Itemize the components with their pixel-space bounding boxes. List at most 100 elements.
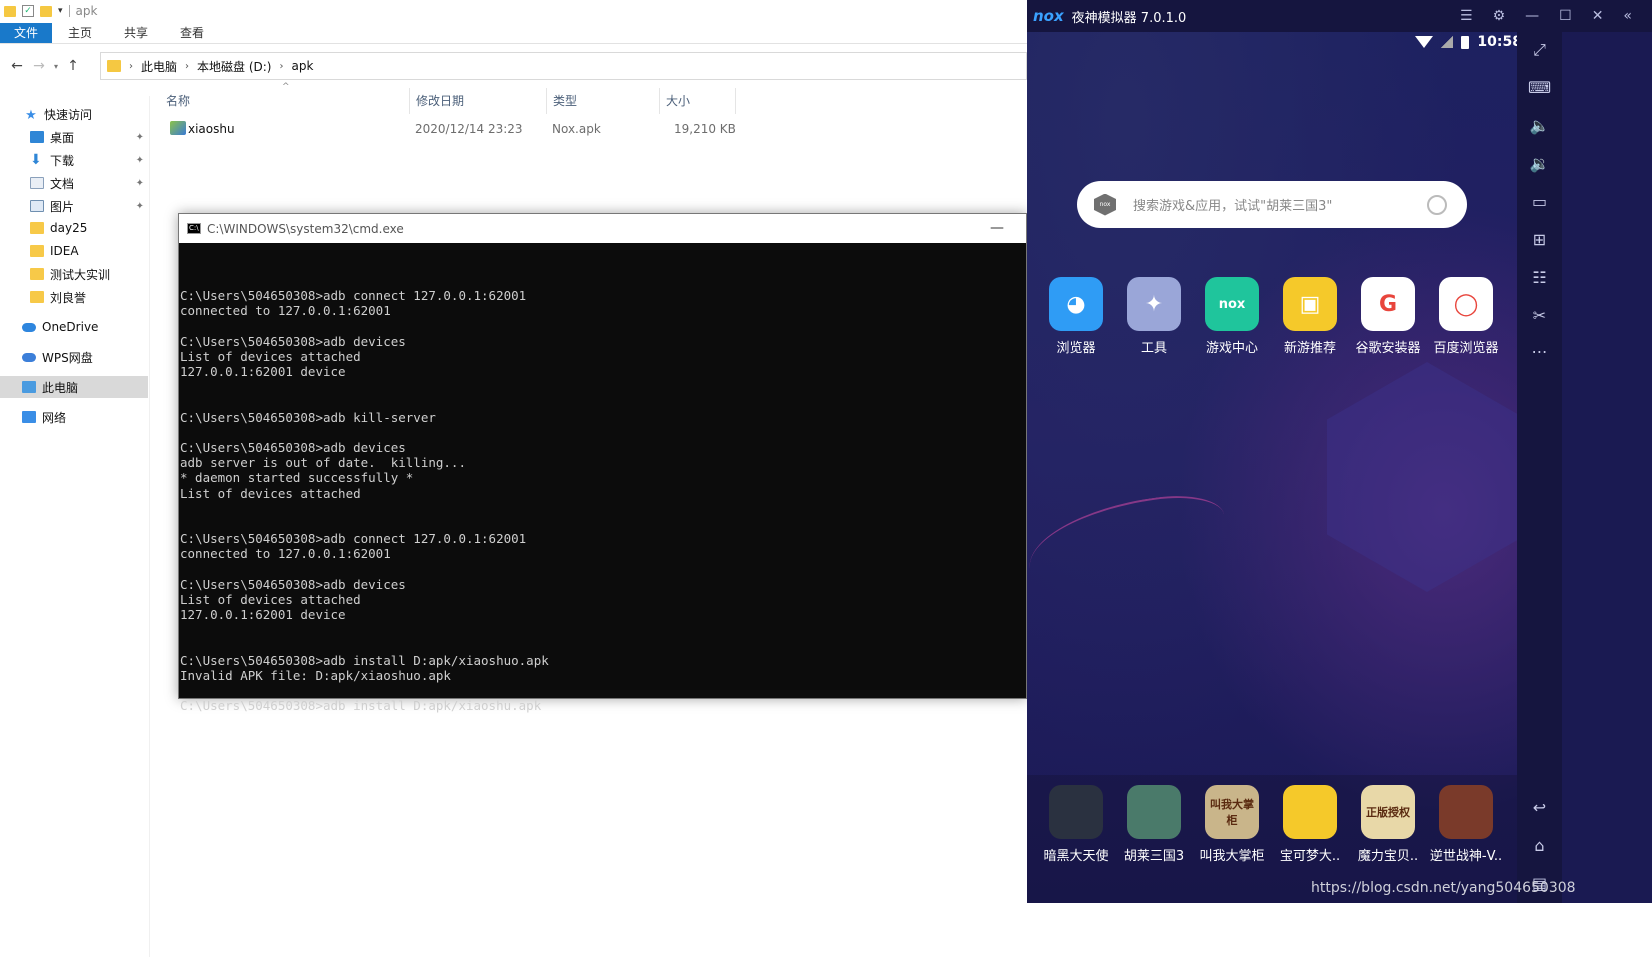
app-shortcut[interactable]: G 谷歌安装器 (1349, 277, 1427, 356)
nav-network[interactable]: 网络 (0, 406, 148, 428)
properties-icon[interactable]: ✓ (22, 5, 34, 17)
app-shortcut[interactable]: ◕ 浏览器 (1037, 277, 1115, 356)
document-icon (30, 177, 44, 189)
file-date: 2020/12/14 23:23 (415, 122, 523, 136)
back-button[interactable]: ← (6, 58, 28, 74)
tab-home[interactable]: 主页 (52, 23, 108, 43)
nav-onedrive[interactable]: OneDrive (0, 316, 148, 338)
nav-item-documents[interactable]: 文档 ✦ (0, 172, 148, 194)
column-header-date[interactable]: 修改日期 (410, 88, 547, 114)
app-shortcut[interactable]: ▣ 新游推荐 (1271, 277, 1349, 356)
minimize-icon[interactable]: — (1525, 8, 1539, 24)
app-icon (1283, 785, 1337, 839)
forward-button[interactable]: → (28, 58, 50, 74)
dock-app-shortcut[interactable]: 逆世战神-V.. (1427, 785, 1505, 864)
breadcrumb-drive-d[interactable]: 本地磁盘 (D:) (197, 58, 271, 75)
maximize-icon[interactable]: ☐ (1559, 8, 1572, 24)
back-icon[interactable]: ↩ (1517, 798, 1562, 817)
tab-file[interactable]: 文件 (0, 23, 53, 43)
nox-logo: nox (1033, 7, 1064, 25)
tab-view[interactable]: 查看 (164, 23, 220, 43)
recent-locations-dropdown[interactable]: ▾ (50, 62, 62, 71)
screen-icon[interactable]: ▭ (1517, 192, 1562, 211)
nav-wps-drive[interactable]: WPS网盘 (0, 346, 148, 368)
column-header-type[interactable]: 类型 (547, 88, 660, 114)
scissors-icon[interactable]: ✂ (1517, 306, 1562, 325)
chevron-right-icon[interactable]: › (185, 61, 189, 72)
nav-item-liu[interactable]: 刘良誉 (0, 286, 148, 308)
column-header-size[interactable]: 大小 (660, 88, 736, 114)
wallpaper-curve (1027, 488, 1232, 596)
menu-icon[interactable]: ☰ (1460, 8, 1473, 24)
tab-share[interactable]: 共享 (108, 23, 164, 43)
nav-this-pc[interactable]: 此电脑 (0, 376, 148, 398)
desktop-icon (30, 131, 44, 143)
cloud-icon (22, 352, 36, 362)
address-bar[interactable]: › 此电脑 › 本地磁盘 (D:) › apk (100, 52, 1027, 80)
nav-item-test-training[interactable]: 测试大实训 (0, 263, 148, 285)
app-icon: ✦ (1127, 277, 1181, 331)
nox-badge-icon: nox (1094, 193, 1116, 216)
console-line: C:\Users\504650308>adb install D:apk/xia… (180, 652, 549, 668)
app-icon: ◕ (1049, 277, 1103, 331)
nav-label: 图片 (50, 199, 75, 214)
dock-app-shortcut[interactable]: 胡莱三国3 (1115, 785, 1193, 864)
volume-down-icon[interactable]: 🔉 (1517, 154, 1562, 173)
console-line: List of devices attached (180, 348, 361, 364)
customize-dropdown-icon[interactable]: ▾ (58, 6, 63, 16)
nav-label: 文档 (50, 176, 75, 191)
chevron-right-icon[interactable]: › (129, 61, 133, 72)
column-header-name[interactable]: 名称 (160, 88, 410, 114)
keyboard-icon[interactable]: ⌨ (1517, 78, 1562, 97)
network-icon (22, 411, 36, 423)
breadcrumb-apk[interactable]: apk (291, 59, 313, 73)
titlebar-controls: ☰ ⚙ — ☐ ✕ « (1460, 0, 1632, 32)
nav-item-day25[interactable]: day25 (0, 217, 148, 239)
app-shortcut[interactable]: nox 游戏中心 (1193, 277, 1271, 356)
cmd-titlebar[interactable]: C:\ C:\WINDOWS\system32\cmd.exe — (179, 214, 1026, 243)
quick-access-toolbar: ✓ ▾ apk (0, 0, 1027, 22)
close-icon[interactable]: ✕ (1592, 8, 1604, 24)
app-label: 工具 (1140, 341, 1167, 356)
dock-app-shortcut[interactable]: 宝可梦大.. (1271, 785, 1349, 864)
nav-label: 桌面 (50, 130, 75, 145)
minimize-button[interactable]: — (990, 220, 1004, 236)
console-output[interactable]: C:\Users\504650308>adb connect 127.0.0.1… (179, 273, 1026, 713)
nav-item-desktop[interactable]: 桌面 ✦ (0, 126, 148, 148)
nox-titlebar[interactable]: nox 夜神模拟器 7.0.1.0 ☰ ⚙ — ☐ ✕ « (1027, 0, 1652, 32)
search-placeholder: 搜索游戏&应用，试试"胡莱三国3" (1133, 199, 1333, 214)
search-icon[interactable] (1427, 194, 1447, 215)
dock-app-shortcut[interactable]: 叫我大掌柜 叫我大掌柜 (1193, 785, 1271, 864)
nox-toolbar: ⤢ ⌨ 🔈 🔉 ▭ ⊞ ☷ ✂ ⋯ ↩ ⌂ ▤ (1517, 32, 1562, 903)
nav-item-idea[interactable]: IDEA (0, 240, 148, 262)
nox-emulator-window: nox 夜神模拟器 7.0.1.0 ☰ ⚙ — ☐ ✕ « nox 搜索游戏&应… (1027, 0, 1652, 903)
multi-instance-icon[interactable]: ☷ (1517, 268, 1562, 287)
nav-item-pictures[interactable]: 图片 ✦ (0, 195, 148, 217)
new-folder-icon[interactable] (40, 5, 52, 17)
gear-icon[interactable]: ⚙ (1493, 8, 1506, 24)
volume-up-icon[interactable]: 🔈 (1517, 116, 1562, 135)
file-row[interactable]: xiaoshu 2020/12/14 23:23 Nox.apk 19,210 … (160, 118, 740, 140)
nav-quick-access[interactable]: ★ 快速访问 (0, 103, 148, 125)
app-shortcut[interactable]: ✦ 工具 (1115, 277, 1193, 356)
more-icon[interactable]: ⋯ (1517, 342, 1562, 361)
add-apk-icon[interactable]: ⊞ (1517, 230, 1562, 249)
folder-icon[interactable] (4, 5, 16, 17)
up-button[interactable]: ↑ (62, 58, 84, 74)
breadcrumb-this-pc[interactable]: 此电脑 (141, 58, 177, 75)
collapse-sidebar-icon[interactable]: « (1623, 8, 1632, 24)
nav-item-downloads[interactable]: ⬇ 下载 ✦ (0, 149, 148, 171)
app-search-bar[interactable]: nox 搜索游戏&应用，试试"胡莱三国3" (1077, 181, 1467, 228)
home-icon[interactable]: ⌂ (1517, 836, 1562, 855)
chevron-right-icon[interactable]: › (279, 61, 283, 72)
app-shortcut[interactable]: ◯ 百度浏览器 (1427, 277, 1505, 356)
dock-app-shortcut[interactable]: 正版授权 魔力宝贝.. (1349, 785, 1427, 864)
fullscreen-icon[interactable]: ⤢ (1517, 40, 1562, 60)
nav-label: 刘良誉 (50, 290, 87, 305)
dock-app-shortcut[interactable]: 暗黑大天使 (1037, 785, 1115, 864)
